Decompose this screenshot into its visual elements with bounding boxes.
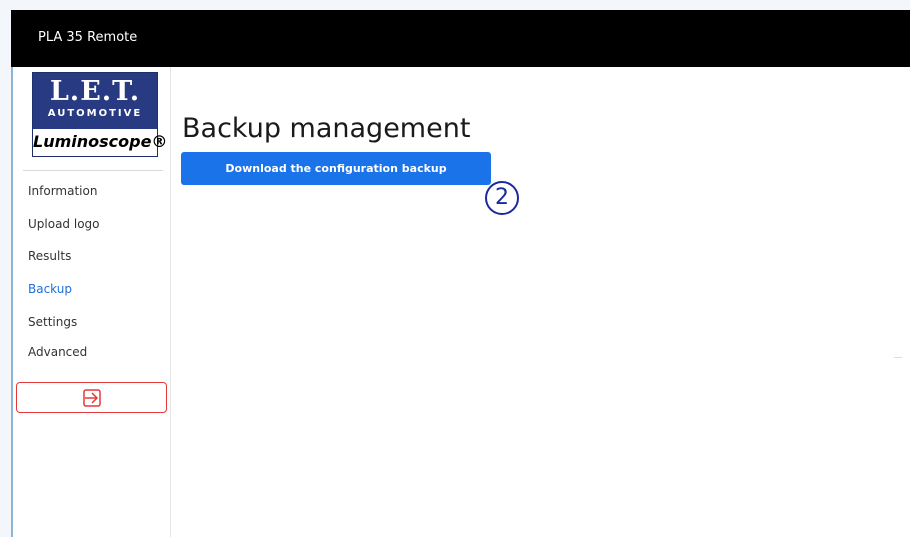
sidebar-item-backup[interactable]: Backup: [28, 282, 72, 296]
app-title: PLA 35 Remote: [38, 30, 138, 45]
logo-subtitle: AUTOMOTIVE: [47, 108, 143, 119]
logo-divider: [23, 170, 163, 171]
sidebar-item-advanced[interactable]: Advanced: [28, 345, 87, 359]
company-logo: L.E.T. AUTOMOTIVE Luminoscope®: [32, 72, 168, 157]
logout-arrow-icon: [82, 388, 102, 408]
sidebar-item-results[interactable]: Results: [28, 249, 71, 263]
logo-brand: Luminoscope®: [33, 132, 168, 151]
app-window: PLA 35 Remote L.E.T. AUTOMOTIVE Luminosc…: [11, 10, 910, 537]
scroll-tick: [894, 357, 902, 358]
top-bar: PLA 35 Remote: [11, 10, 910, 67]
sidebar: L.E.T. AUTOMOTIVE Luminoscope® Informati…: [13, 67, 171, 537]
logo-letters: L.E.T.: [49, 76, 141, 107]
sidebar-item-information[interactable]: Information: [28, 184, 97, 198]
step-marker-badge: 2: [483, 179, 521, 217]
logo-banner: L.E.T. AUTOMOTIVE: [33, 73, 157, 129]
sidebar-item-settings[interactable]: Settings: [28, 315, 77, 329]
step-marker-number: 2: [495, 185, 509, 210]
download-backup-button[interactable]: Download the configuration backup: [181, 152, 491, 185]
logout-button[interactable]: [16, 382, 167, 413]
page-title: Backup management: [182, 113, 471, 144]
sidebar-item-upload-logo[interactable]: Upload logo: [28, 217, 100, 231]
